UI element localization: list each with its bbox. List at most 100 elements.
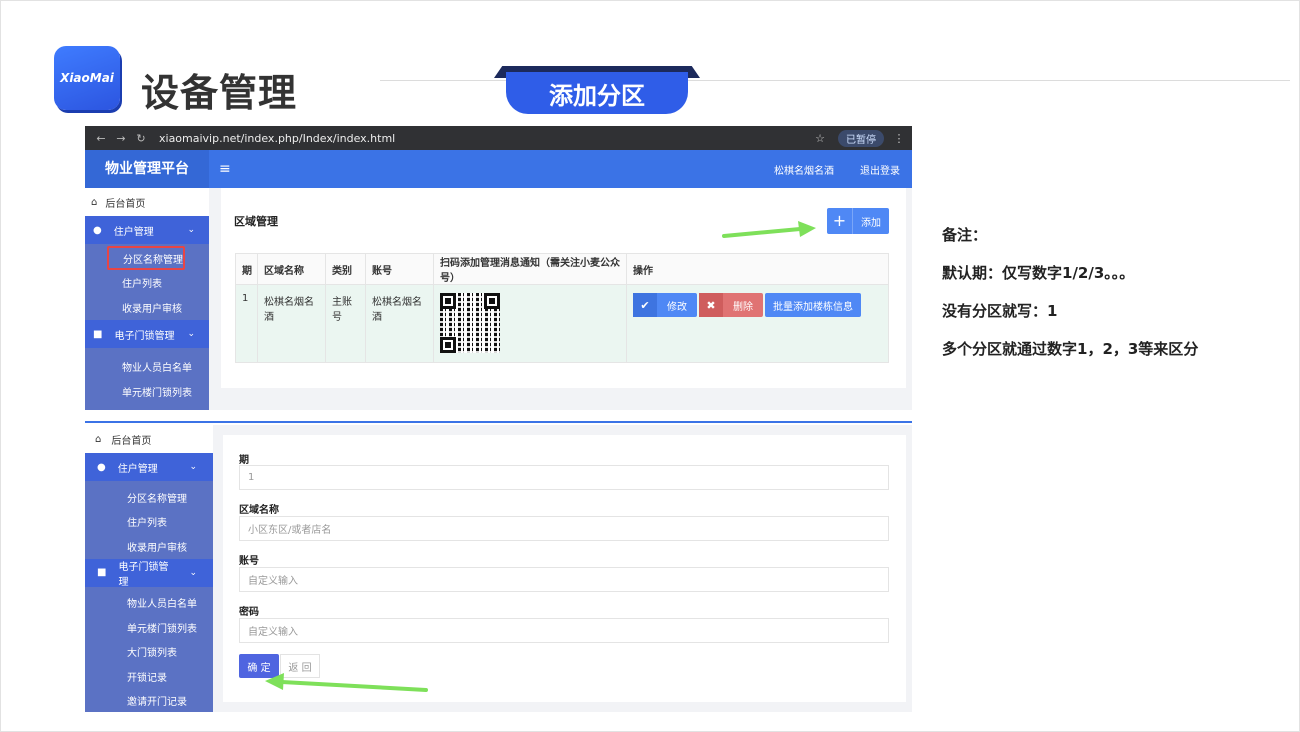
home-icon: ⌂ (91, 196, 98, 208)
chevron-down-icon: ⌄ (187, 225, 195, 235)
note-line: 默认期：仅写数字1/2/3。。。 (942, 264, 1135, 282)
column-header: 账号 (365, 253, 434, 285)
area-panel: 区域管理 + 添加 期 区域名称 类别 账号 扫码添加管理消息通知（需关注小麦公… (221, 188, 906, 388)
chevron-down-icon: ⌄ (187, 329, 195, 339)
sidebar-item-staff-whitelist[interactable]: 物业人员白名单 (85, 591, 213, 616)
user-icon: ● (97, 461, 106, 473)
lock-icon: ■ (97, 567, 107, 578)
current-user[interactable]: 松棋名烟名酒 (774, 162, 834, 177)
back-icon[interactable]: ← (91, 132, 111, 145)
sidebar-item-gate-locks[interactable]: 大门锁列表 (85, 640, 213, 665)
app-brand: 物业管理平台 (85, 150, 209, 188)
note-line: 没有分区就写：1 (942, 302, 1058, 320)
cell-ops: ✔ 修改 ✖ 删除 批量添加楼栋信息 (626, 284, 889, 363)
back-button[interactable]: 返 回 (280, 654, 320, 678)
sidebar-group-label: 电子门锁管理 (118, 561, 169, 588)
sidebar-group-residents[interactable]: ● 住户管理 ⌄ (85, 216, 209, 244)
sidebar-item-staff-whitelist[interactable]: 物业人员白名单 (85, 354, 209, 379)
screenshot-divider (85, 421, 912, 423)
sidebar-group-locks[interactable]: ■ 电子门锁管理 ⌄ (85, 320, 209, 348)
zone-name-input[interactable]: 小区东区/或者店名 (239, 516, 889, 541)
sidebar-item-resident-list[interactable]: 住户列表 (85, 510, 213, 535)
app-logo: XiaoMai (54, 46, 120, 110)
user-icon: ● (93, 224, 102, 236)
qr-finder (484, 293, 500, 309)
table-row: 1 松棋名烟名酒 主账号 松棋名烟名酒 ✔ 修改 ✖ 删除 批量添加楼栋信息 (235, 284, 889, 363)
sidebar-item-unit-locks[interactable]: 单元楼门锁列表 (85, 379, 209, 404)
batch-add-building-button[interactable]: 批量添加楼栋信息 (765, 293, 861, 317)
section-banner: 添加分区 (494, 66, 700, 114)
menu-toggle-icon[interactable]: ≡ (219, 161, 231, 177)
table-header-row: 期 区域名称 类别 账号 扫码添加管理消息通知（需关注小麦公众号） 操作 (235, 253, 889, 285)
sidebar-item-home[interactable]: ⌂ 后台首页 (85, 425, 213, 453)
home-icon: ⌂ (95, 433, 102, 445)
forward-icon[interactable]: → (111, 132, 131, 145)
add-button-label: 添加 (861, 217, 881, 229)
qr-finder (440, 337, 456, 353)
sidebar-item-invite-records[interactable]: 邀请开门记录 (85, 689, 213, 713)
chevron-down-icon: ⌄ (189, 462, 197, 472)
plus-icon: + (827, 208, 853, 234)
note-line: 备注： (942, 226, 988, 244)
chevron-down-icon: ⌄ (189, 567, 197, 578)
sidebar-item-zone-management[interactable]: 分区名称管理 (107, 246, 185, 270)
sidebar-group-label: 住户管理 (113, 226, 154, 238)
column-header: 扫码添加管理消息通知（需关注小麦公众号） (433, 253, 627, 285)
column-header: 期 (235, 253, 258, 285)
edit-button[interactable]: ✔ 修改 (633, 293, 697, 317)
area-table: 期 区域名称 类别 账号 扫码添加管理消息通知（需关注小麦公众号） 操作 1 松… (235, 253, 889, 363)
field-label-period: 期 (239, 455, 249, 466)
confirm-button[interactable]: 确 定 (239, 654, 279, 678)
qr-finder (440, 293, 456, 309)
field-label-account: 账号 (239, 556, 259, 567)
period-input[interactable]: 1 (239, 465, 889, 490)
sidebar: ⌂ 后台首页 ● 住户管理 ⌄ 分区名称管理 住户列表 收录用户审核 ■ 电子门锁管理 ⌄… (85, 188, 209, 410)
sidebar-group-residents[interactable]: ● 住户管理 ⌄ (85, 453, 213, 481)
cell-name: 松棋名烟名酒 (257, 284, 326, 363)
banner-label: 添加分区 (506, 72, 688, 114)
lock-icon: ■ (93, 328, 103, 340)
cell-period: 1 (235, 284, 258, 363)
column-header: 类别 (325, 253, 366, 285)
reload-icon[interactable]: ↻ (131, 132, 151, 145)
profile-paused-badge[interactable]: 已暂停 (838, 129, 884, 147)
sidebar-item-user-review[interactable]: 收录用户审核 (85, 295, 209, 320)
edit-label: 修改 (667, 301, 687, 313)
sidebar-item-label: 后台首页 (111, 435, 152, 447)
sidebar: ⌂ 后台首页 ● 住户管理 ⌄ 分区名称管理 住户列表 收录用户审核 ■ 电子门锁管理 ⌄… (85, 425, 213, 712)
field-label-zone-name: 区域名称 (239, 505, 279, 516)
notes: 备注： 默认期：仅写数字1/2/3。。。 没有分区就写：1 多个分区就通过数字1… (942, 224, 1198, 376)
sidebar-item-unit-locks[interactable]: 单元楼门锁列表 (85, 615, 213, 640)
password-input[interactable]: 自定义输入 (239, 618, 889, 643)
delete-button[interactable]: ✖ 删除 (699, 293, 763, 317)
sidebar-item-user-review[interactable]: 收录用户审核 (85, 534, 213, 559)
app-topbar: 物业管理平台 ≡ 松棋名烟名酒 退出登录 (85, 150, 912, 188)
sidebar-group-label: 电子门锁管理 (114, 330, 175, 342)
sidebar-group-locks[interactable]: ■ 电子门锁管理 ⌄ (85, 558, 213, 588)
qr-code (440, 293, 500, 353)
browser-window: ← → ↻ xiaomaivip.net/index.php/Index/ind… (85, 126, 912, 410)
sidebar-item-unlock-records[interactable]: 开锁记录 (85, 664, 213, 689)
column-header: 区域名称 (257, 253, 326, 285)
sidebar-group-label: 住户管理 (117, 463, 158, 475)
cell-account: 松棋名烟名酒 (365, 284, 434, 363)
account-input[interactable]: 自定义输入 (239, 567, 889, 592)
sidebar-item-resident-list[interactable]: 住户列表 (85, 270, 209, 295)
field-label-password: 密码 (239, 607, 259, 618)
close-circle-icon: ✖ (699, 293, 723, 317)
sidebar-item-label: 后台首页 (105, 198, 146, 210)
address-bar[interactable]: xiaomaivip.net/index.php/Index/index.htm… (159, 132, 810, 145)
logout-link[interactable]: 退出登录 (860, 162, 900, 177)
sidebar-item-zone-management[interactable]: 分区名称管理 (85, 485, 213, 510)
section-title: 区域管理 (234, 215, 278, 228)
more-menu-icon[interactable]: ⋮ (892, 132, 906, 145)
column-header: 操作 (626, 253, 889, 285)
delete-label: 删除 (733, 301, 753, 313)
sidebar-item-home[interactable]: ⌂ 后台首页 (85, 188, 209, 216)
add-zone-screen: ⌂ 后台首页 ● 住户管理 ⌄ 分区名称管理 住户列表 收录用户审核 ■ 电子门锁管理 ⌄… (85, 425, 912, 712)
page-title: 设备管理 (141, 71, 298, 115)
cell-type: 主账号 (325, 284, 366, 363)
bookmark-star-icon[interactable]: ☆ (810, 132, 830, 145)
add-button[interactable]: + 添加 (827, 208, 889, 234)
cell-qr (433, 284, 627, 363)
